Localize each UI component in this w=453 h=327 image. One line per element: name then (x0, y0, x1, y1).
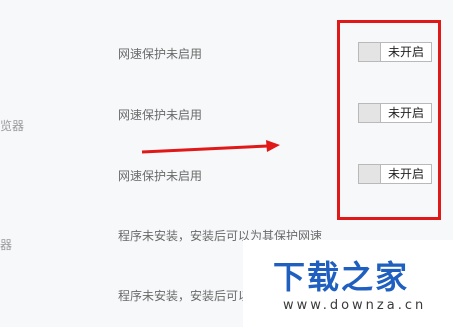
watermark-title: 下载之家 (273, 258, 410, 296)
watermark-url: www.downza.cn (283, 298, 427, 313)
watermark-logo: 下载之家 www.downza.cn (243, 240, 453, 327)
annotation-highlight-box (337, 20, 441, 220)
